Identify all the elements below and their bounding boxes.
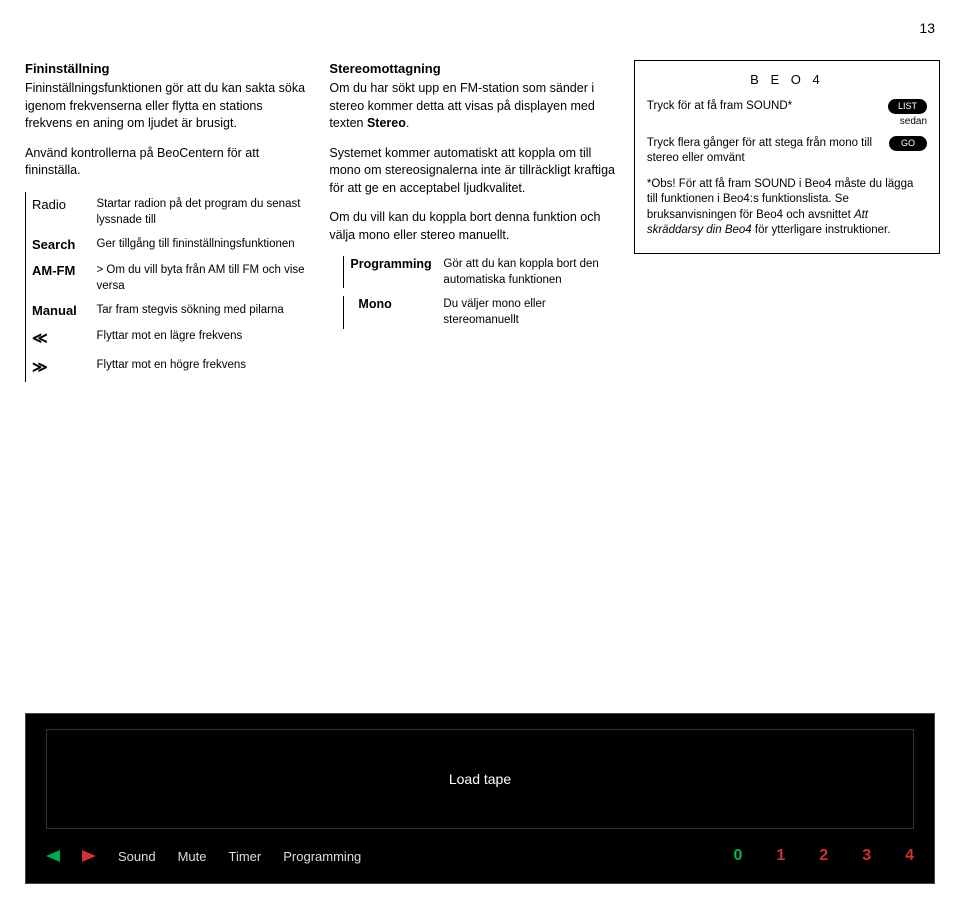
timer-button[interactable]: Timer (229, 849, 262, 864)
term-radio: Radio (26, 192, 91, 232)
desc-search: Ger tillgång till fininställningsfunktio… (91, 232, 311, 258)
beo4-row1-buttons: LIST sedan (888, 99, 927, 130)
beo4-panel: B E O 4 Tryck för at få fram SOUND* LIST… (634, 60, 940, 254)
list-button[interactable]: LIST (888, 99, 927, 114)
sub-desc-mono: Du väljer mono eller stereomanuellt (443, 296, 615, 328)
sub-desc-programming: Gör att du kan koppla bort den automatis… (443, 256, 615, 288)
mute-button[interactable]: Mute (178, 849, 207, 864)
desc-higher: Flyttar mot en högre frekvens (91, 353, 311, 382)
col2-p3: Om du vill kan du koppla bort denna funk… (329, 209, 615, 244)
sub-term-programming: Programming (343, 256, 443, 288)
beo4-note: *Obs! För att få fram SOUND i Beo4 måste… (647, 177, 927, 239)
sound-button[interactable]: Sound (118, 849, 156, 864)
beo4-row1-text: Tryck för at få fram SOUND* (647, 99, 888, 130)
desc-amfm: > Om du vill byta från AM till FM och vi… (91, 258, 311, 298)
digit-0-button[interactable]: 0 (733, 847, 742, 865)
col1-heading: Fininställning (25, 60, 311, 78)
panel-bottom-row: Sound Mute Timer Programming 0 1 2 3 4 (46, 847, 914, 865)
beo4-note-c: för ytterligare instruktioner. (752, 224, 891, 236)
prev-track-icon[interactable] (46, 850, 60, 862)
beo4-row2-text: Tryck flera gånger för att stega från mo… (647, 136, 889, 167)
digit-4-button[interactable]: 4 (905, 847, 914, 865)
panel-left-controls: Sound Mute Timer Programming (46, 849, 361, 864)
beo4-row2: Tryck flera gånger för att stega från mo… (647, 136, 927, 167)
programming-button[interactable]: Programming (283, 849, 361, 864)
desc-radio: Startar radion på det program du senast … (91, 192, 311, 232)
beo4-note-a: *Obs! För att få fram SOUND i Beo4 måste… (647, 178, 914, 221)
term-amfm: AM-FM (26, 258, 91, 298)
col1-intro2: Använd kontrollerna på BeoCentern för at… (25, 145, 311, 180)
next-track-icon[interactable] (82, 850, 96, 862)
beo4-title: B E O 4 (647, 71, 927, 89)
page-number: 13 (919, 20, 935, 36)
main-content: Fininställning Fininställningsfunktionen… (0, 0, 960, 382)
col1-intro: Fininställningsfunktionen gör att du kan… (25, 80, 311, 133)
beo4-row1: Tryck för at få fram SOUND* LIST sedan (647, 99, 927, 130)
desc-lower: Flyttar mot en lägre frekvens (91, 324, 311, 353)
term-higher-arrow-icon: ≫ (26, 353, 91, 382)
column-stereo: Stereomottagning Om du har sökt upp en F… (329, 60, 615, 382)
def-manual: Manual Tar fram stegvis sökning med pila… (26, 298, 311, 324)
sub-defs: Programming Gör att du kan koppla bort d… (329, 256, 615, 328)
go-button[interactable]: GO (889, 136, 927, 151)
display-area: Load tape (46, 729, 914, 829)
col2-p1: Om du har sökt upp en FM-station som sän… (329, 80, 615, 133)
digit-2-button[interactable]: 2 (819, 847, 828, 865)
device-panel: Load tape Sound Mute Timer Programming 0… (25, 713, 935, 884)
col2-stereo-word: Stereo (367, 116, 406, 130)
digit-buttons: 0 1 2 3 4 (733, 847, 914, 865)
digit-3-button[interactable]: 3 (862, 847, 871, 865)
sub-programming: Programming Gör att du kan koppla bort d… (343, 256, 615, 288)
control-definitions: Radio Startar radion på det program du s… (25, 192, 311, 383)
def-amfm: AM-FM > Om du vill byta från AM till FM … (26, 258, 311, 298)
def-search: Search Ger tillgång till fininställnings… (26, 232, 311, 258)
col2-p1c: . (406, 116, 409, 130)
display-text: Load tape (449, 771, 511, 787)
column-fine-tuning: Fininställning Fininställningsfunktionen… (25, 60, 311, 382)
sub-term-mono: Mono (343, 296, 443, 328)
def-radio: Radio Startar radion på det program du s… (26, 192, 311, 232)
col2-heading: Stereomottagning (329, 60, 615, 78)
term-search: Search (26, 232, 91, 258)
term-lower-arrow-icon: ≪ (26, 324, 91, 353)
beo4-sedan: sedan (900, 116, 927, 127)
term-manual: Manual (26, 298, 91, 324)
beo4-row2-button: GO (889, 136, 927, 167)
digit-1-button[interactable]: 1 (776, 847, 785, 865)
desc-manual: Tar fram stegvis sökning med pilarna (91, 298, 311, 324)
def-higher: ≫ Flyttar mot en högre frekvens (26, 353, 311, 382)
col2-p2: Systemet kommer automatiskt att koppla o… (329, 145, 615, 198)
column-beo4: B E O 4 Tryck för at få fram SOUND* LIST… (634, 60, 940, 382)
def-lower: ≪ Flyttar mot en lägre frekvens (26, 324, 311, 353)
sub-mono: Mono Du väljer mono eller stereomanuellt (343, 296, 615, 328)
